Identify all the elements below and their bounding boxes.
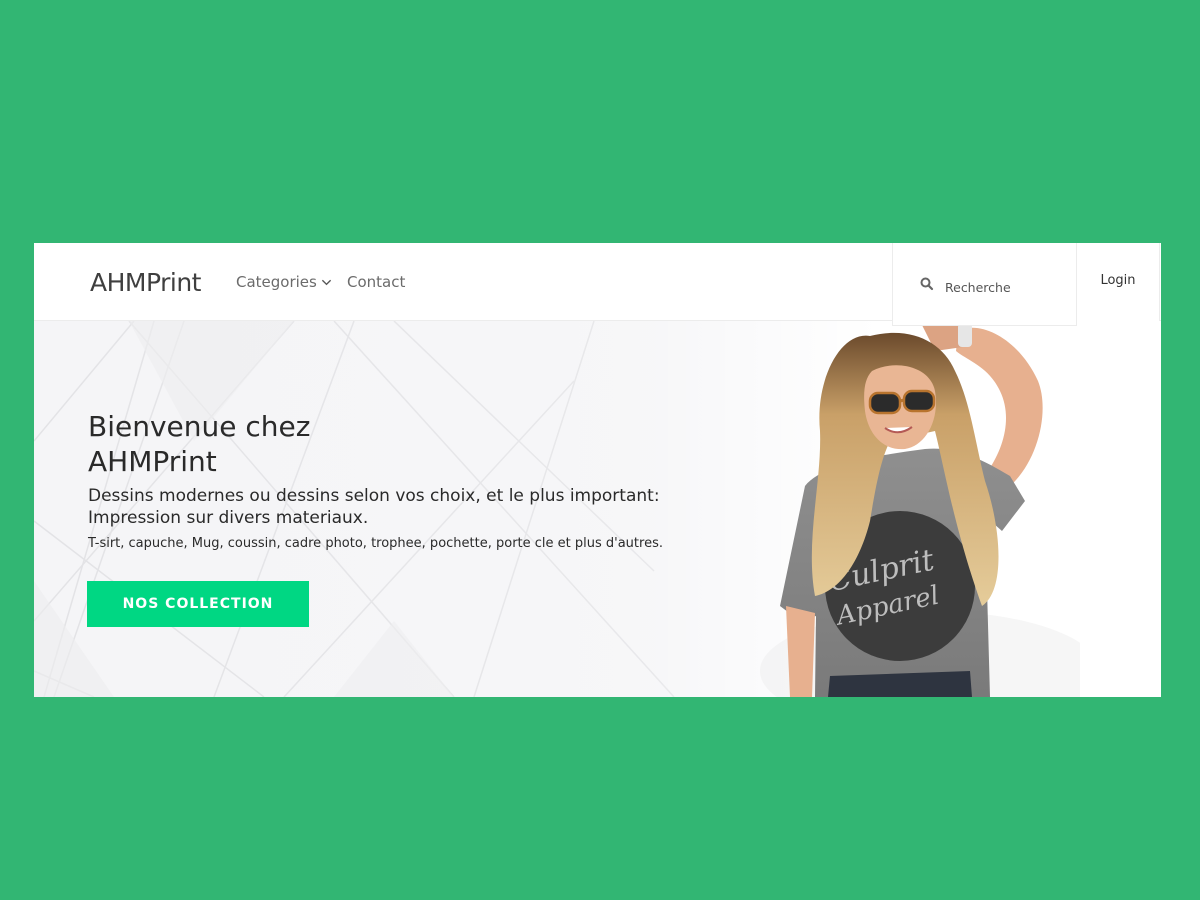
hero-title: Bienvenue chez AHMPrint: [88, 410, 311, 478]
hero-description: T-sirt, capuche, Mug, coussin, cadre pho…: [88, 536, 663, 551]
hero-text-block: Bienvenue chez AHMPrint Dessins modernes…: [88, 409, 728, 551]
nav-categories[interactable]: Categories: [236, 273, 332, 291]
login-button[interactable]: Login: [1076, 243, 1160, 321]
brand-logo[interactable]: AHMPrint: [90, 268, 201, 297]
login-label: Login: [1100, 272, 1136, 288]
hero-subtitle: Dessins modernes ou dessins selon vos ch…: [88, 486, 660, 528]
search-icon[interactable]: [919, 276, 935, 292]
nav-contact[interactable]: Contact: [347, 273, 405, 291]
search-input[interactable]: [945, 277, 1065, 297]
hero-banner: Bienvenue chez AHMPrint Dessins modernes…: [34, 321, 1161, 697]
chevron-down-icon: [321, 279, 331, 285]
nav-categories-label: Categories: [236, 273, 317, 291]
model-photo: Culprit Apparel: [760, 321, 1080, 697]
collection-button[interactable]: NOS COLLECTION: [87, 581, 309, 627]
website-frame: AHMPrint Categories Contact Login: [34, 243, 1161, 697]
search-box: [892, 243, 1077, 326]
